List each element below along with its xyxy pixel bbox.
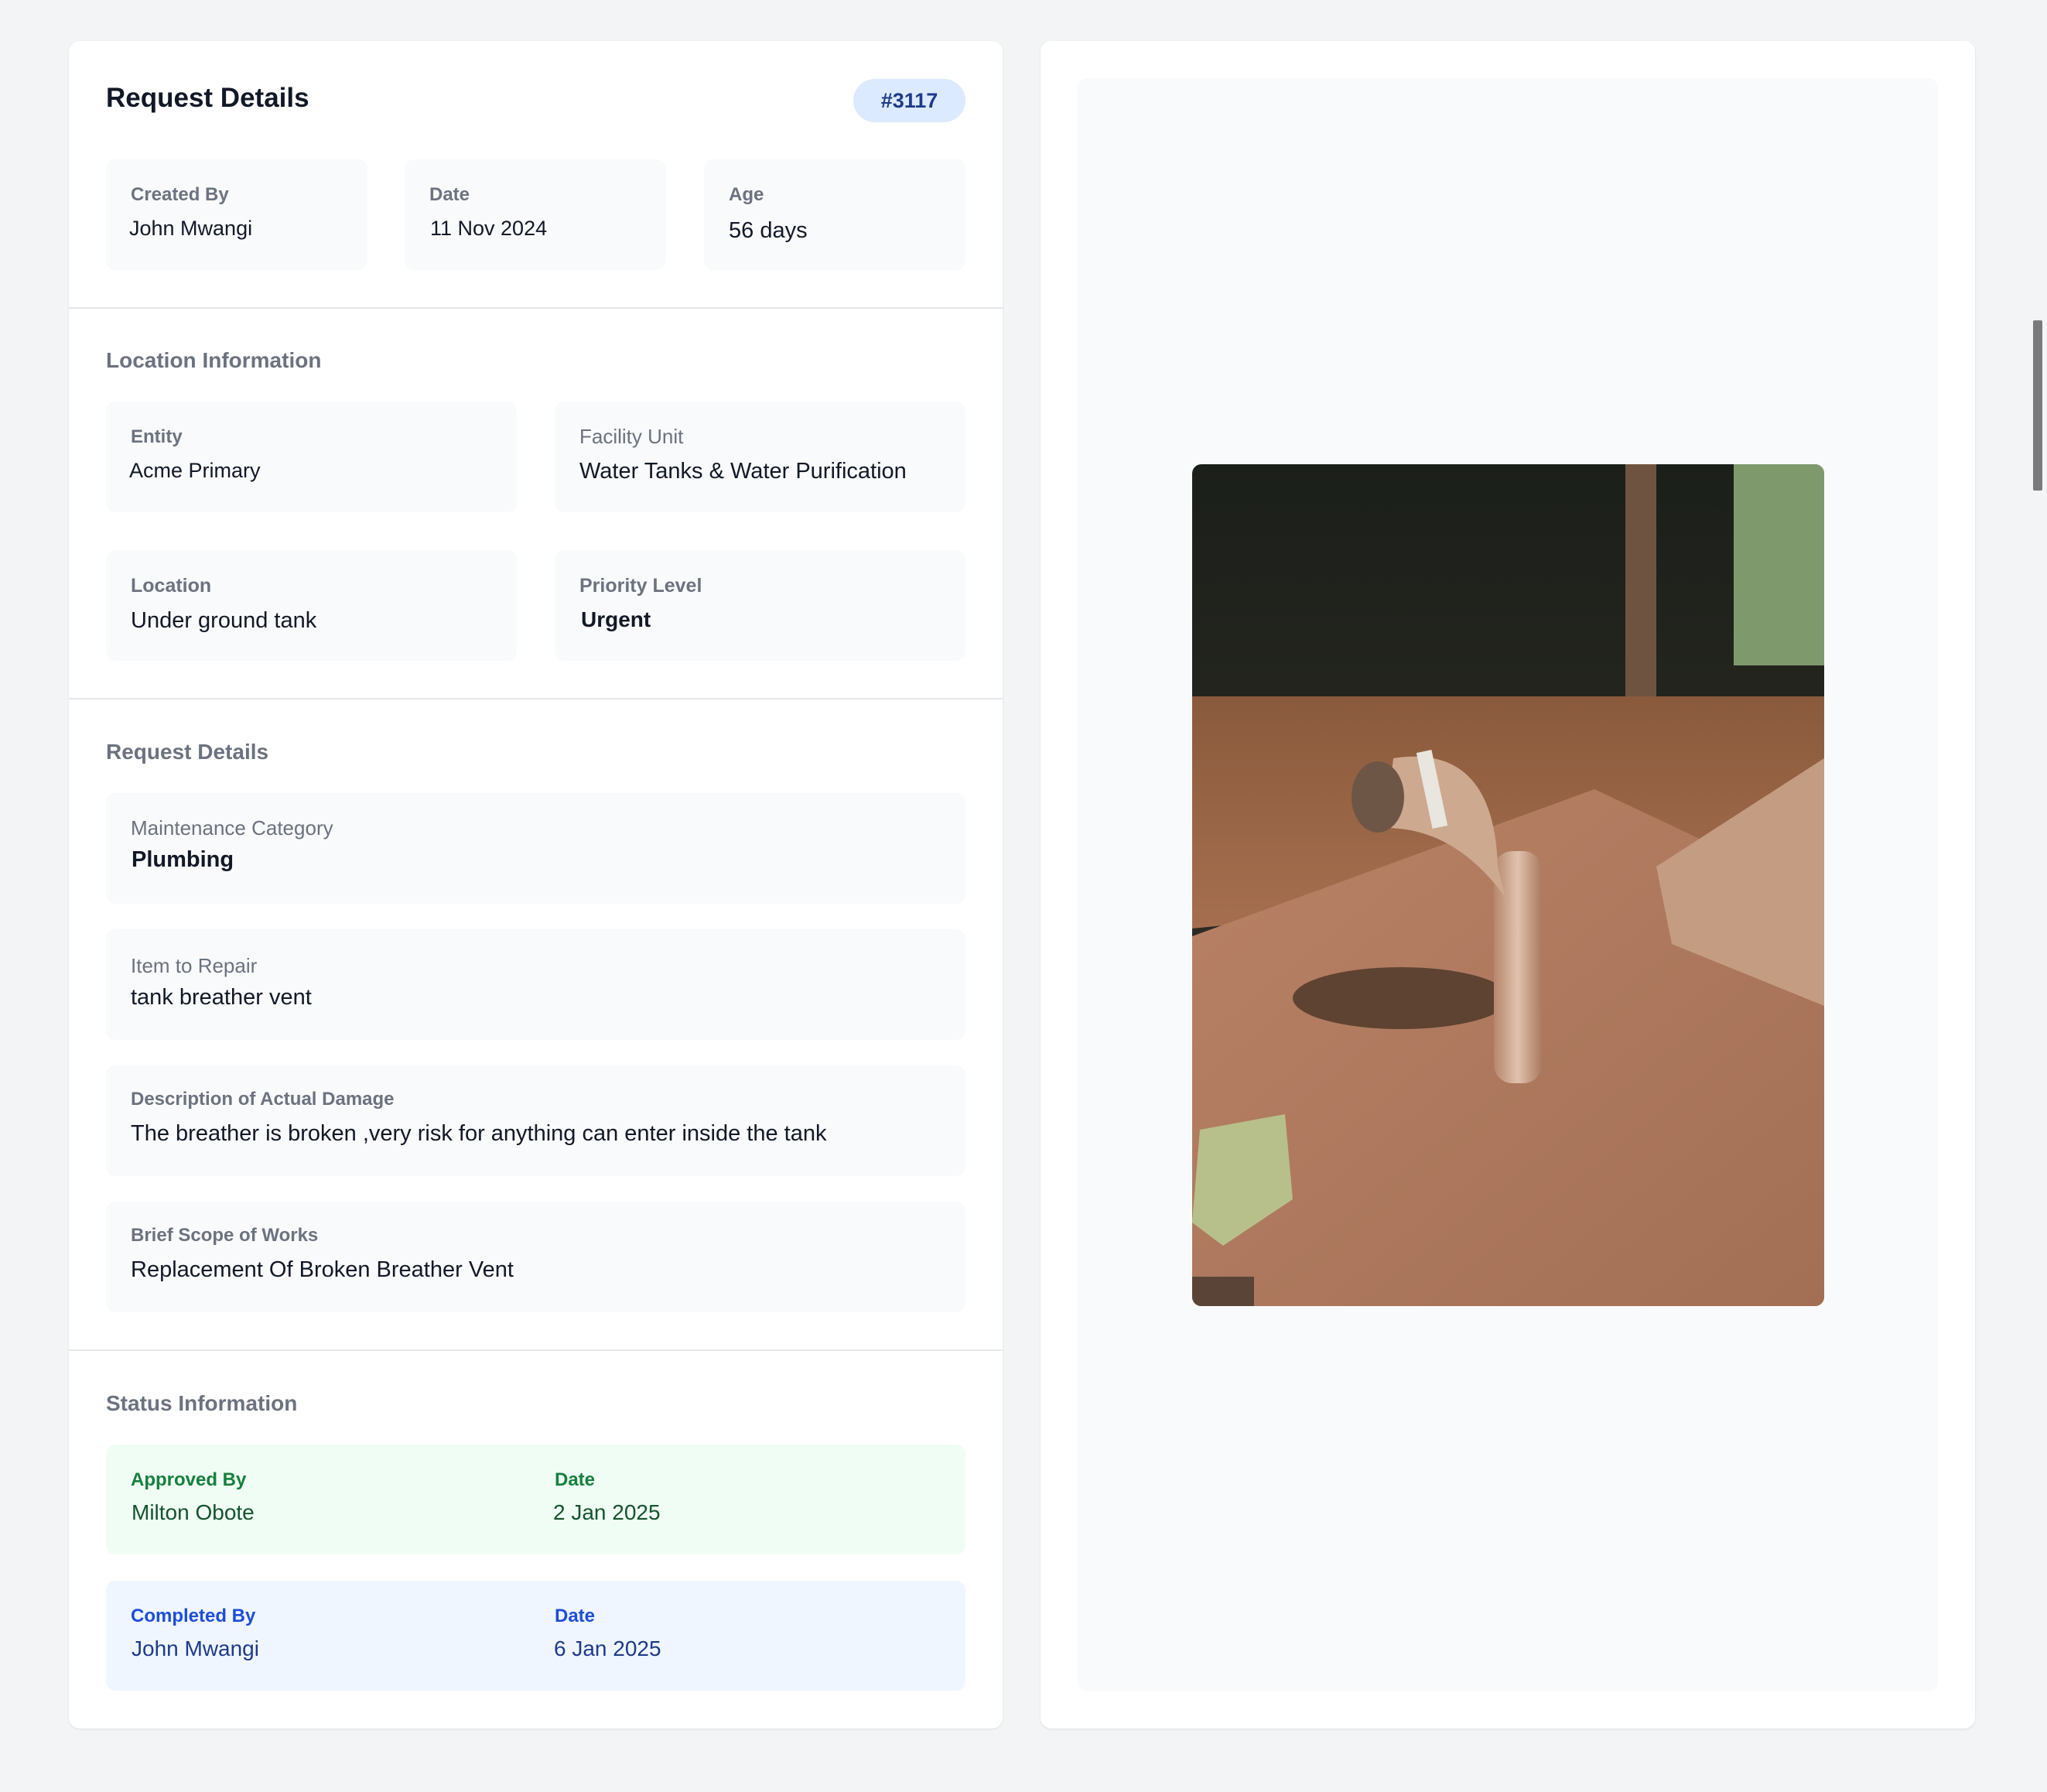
damage-photo-icon	[1192, 464, 1824, 1306]
request-id-badge: #3117	[853, 79, 965, 122]
completed-date-label: Date	[555, 1606, 596, 1626]
completed-by-label: Completed By	[131, 1606, 256, 1626]
age-box: Age 56 days	[704, 159, 965, 270]
scope-box: Brief Scope of Works Replacement Of Brok…	[106, 1202, 965, 1312]
page-title: Request Details	[106, 83, 309, 113]
damage-value: The breather is broken ,very risk for an…	[131, 1121, 827, 1146]
category-label: Maintenance Category	[131, 816, 333, 840]
attachment-card	[1041, 41, 1975, 1729]
facility-unit-box: Facility Unit Water Tanks & Water Purifi…	[555, 402, 965, 512]
created-date-value: 11 Nov 2024	[430, 217, 548, 240]
priority-box: Priority Level Urgent	[555, 550, 965, 661]
entity-value: Acme Primary	[129, 459, 261, 482]
image-panel	[1078, 78, 1938, 1691]
approved-date-label: Date	[555, 1469, 596, 1490]
age-value: 56 days	[729, 218, 808, 243]
category-box: Maintenance Category Plumbing	[106, 793, 965, 904]
divider	[69, 1349, 1003, 1351]
status-section-title: Status Information	[106, 1391, 298, 1415]
created-by-value: John Mwangi	[129, 217, 253, 240]
age-label: Age	[729, 184, 764, 205]
approved-by-value: Milton Obote	[132, 1500, 255, 1524]
priority-label: Priority Level	[579, 575, 702, 597]
divider	[69, 307, 1003, 309]
item-box: Item to Repair tank breather vent	[106, 929, 965, 1040]
request-section-title: Request Details	[106, 740, 269, 764]
priority-value: Urgent	[581, 607, 651, 631]
item-label: Item to Repair	[131, 954, 258, 977]
request-details-card: Request Details #3117 Created By John Mw…	[69, 41, 1003, 1729]
facility-unit-value: Water Tanks & Water Purification	[579, 459, 907, 484]
created-date-label: Date	[429, 184, 470, 205]
damage-box: Description of Actual Damage The breathe…	[106, 1065, 965, 1176]
damage-photo[interactable]	[1192, 464, 1824, 1306]
divider	[69, 698, 1003, 699]
created-by-label: Created By	[131, 184, 229, 205]
scrollbar[interactable]	[2033, 320, 2042, 491]
approved-by-label: Approved By	[131, 1469, 247, 1490]
scope-label: Brief Scope of Works	[131, 1225, 319, 1246]
completed-by-value: John Mwangi	[132, 1636, 259, 1660]
completed-date-value: 6 Jan 2025	[554, 1636, 661, 1660]
facility-unit-label: Facility Unit	[579, 425, 684, 448]
created-date-box: Date 11 Nov 2024	[405, 159, 666, 270]
approved-date-value: 2 Jan 2025	[553, 1500, 661, 1524]
completed-status-box: Completed By John Mwangi Date 6 Jan 2025	[106, 1581, 965, 1691]
scope-value: Replacement Of Broken Breather Vent	[131, 1257, 514, 1282]
entity-box: Entity Acme Primary	[106, 402, 517, 512]
entity-label: Entity	[131, 426, 183, 447]
created-by-box: Created By John Mwangi	[106, 159, 367, 270]
category-value: Plumbing	[132, 847, 234, 872]
location-section-title: Location Information	[106, 348, 322, 372]
damage-label: Description of Actual Damage	[131, 1089, 395, 1110]
location-label: Location	[131, 575, 212, 597]
location-value: Under ground tank	[131, 608, 317, 633]
approved-status-box: Approved By Milton Obote Date 2 Jan 2025	[106, 1445, 965, 1554]
item-value: tank breather vent	[131, 985, 312, 1010]
location-box: Location Under ground tank	[106, 550, 517, 661]
